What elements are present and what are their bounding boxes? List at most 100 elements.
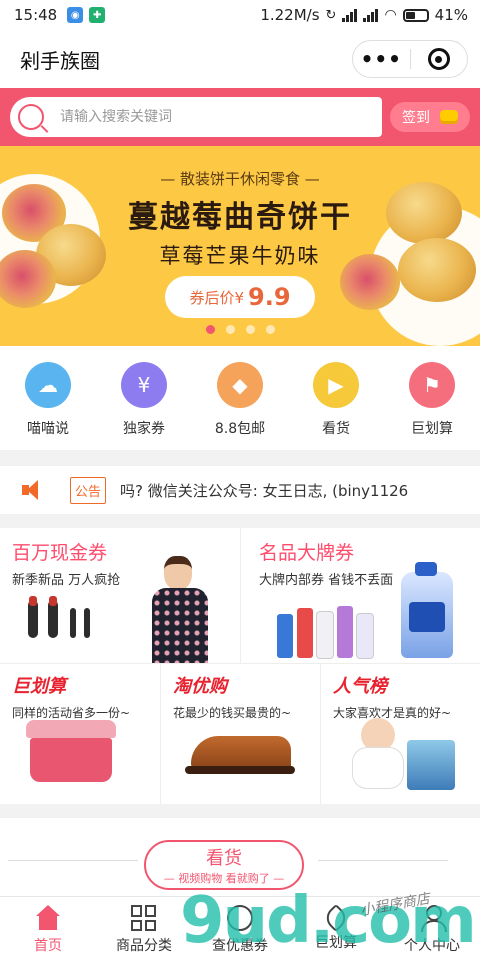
search-box[interactable] (10, 97, 382, 137)
tab-item[interactable]: 首页 (0, 897, 96, 960)
diaper-image (347, 718, 457, 794)
detergent-image (401, 562, 453, 658)
tab-item[interactable]: 巨划算 (288, 897, 384, 960)
promo-grid: 百万现金券 新季新品 万人疯抢 名品大牌券 大牌内部券 省钱不丢面 巨划算 同样… (0, 528, 480, 804)
tag-icon (321, 903, 351, 933)
tab-item[interactable]: 商品分类 (96, 897, 192, 960)
cat-ear-icon: ☁ (25, 362, 71, 408)
cash-coupon-card[interactable]: 百万现金券 新季新品 万人疯抢 (0, 528, 240, 663)
battery-icon (402, 8, 429, 22)
search-icon (18, 104, 44, 130)
card-title: 名品大牌券 (259, 542, 355, 564)
status-bar: 15:48 ◉ ✚ 1.22M/s ↻ ◠ 41% (0, 0, 480, 30)
deal-card[interactable]: 巨划算 同样的活动省多一份~ (0, 664, 160, 804)
price-pill: 券后价¥ 9.9 (165, 276, 315, 318)
network-speed: 1.22M/s (260, 6, 320, 24)
carousel-dot[interactable] (205, 325, 215, 334)
price-label: 券后价¥ (189, 288, 245, 307)
carousel-dot[interactable] (265, 325, 275, 334)
mini-program-capsule: ••• (352, 40, 468, 78)
video-icon: ▶ (313, 362, 359, 408)
mini-program-home: 15:48 ◉ ✚ 1.22M/s ↻ ◠ 41% 剁手族圈 ••• 签到 (0, 0, 480, 960)
tab-label: 商品分类 (116, 938, 172, 954)
category-item[interactable]: ▶ 看货 (296, 362, 376, 438)
battery-level: 41% (434, 6, 468, 24)
earphones-image (20, 594, 110, 654)
close-button[interactable] (411, 48, 468, 70)
shoe-image (183, 732, 295, 778)
user-icon (419, 905, 447, 932)
coin-icon (440, 110, 458, 124)
search-input[interactable] (60, 109, 340, 125)
signin-label: 签到 (402, 110, 430, 126)
toothbrush-image (277, 600, 377, 658)
status-right: 1.22M/s ↻ ◠ 41% (260, 6, 468, 24)
category-item[interactable]: ¥ 独家券 (104, 362, 184, 438)
kanhuo-subtitle: — 视频购物 看就购了 — (163, 872, 285, 885)
popular-card[interactable]: 人气榜 大家喜欢才是真的好~ (320, 664, 480, 804)
tab-label: 个人中心 (404, 938, 460, 954)
kanhuo-header[interactable]: 看货 — 视频购物 看就购了 — (144, 840, 304, 890)
grid-icon (131, 905, 157, 931)
divider-left (8, 860, 138, 861)
category-label: 8.8包邮 (214, 421, 266, 437)
target-icon (427, 48, 450, 70)
banner-carousel[interactable]: — 散装饼干休闲零食 — 蔓越莓曲奇饼干 草莓芒果牛奶味 券后价¥ 9.9 (0, 146, 480, 346)
promo-row-top: 百万现金券 新季新品 万人疯抢 名品大牌券 大牌内部券 省钱不丢面 (0, 528, 480, 664)
coupon-icon: ¥ (121, 362, 167, 408)
more-menu-button[interactable]: ••• (353, 47, 410, 71)
wifi-icon: ◠ (384, 7, 397, 23)
banner-subtitle: — 散装饼干休闲零食 — (160, 170, 320, 188)
tab-item[interactable]: 个人中心 (384, 897, 480, 960)
category-label: 看货 (322, 421, 350, 437)
diamond-icon: ◆ (217, 362, 263, 408)
card-subtitle: 同样的活动省多一份~ (12, 706, 131, 720)
category-label: 巨划算 (411, 421, 453, 437)
carousel-dots (0, 325, 480, 334)
sync-icon: ↻ (325, 7, 337, 23)
signin-button[interactable]: 签到 (390, 102, 470, 132)
category-label: 独家券 (123, 421, 165, 437)
kanhuo-title: 看货 (206, 848, 242, 869)
home-icon (35, 905, 61, 931)
title-bar: 剁手族圈 ••• (0, 30, 480, 88)
speaker-icon (22, 479, 44, 501)
shield-icon: ✚ (89, 7, 106, 23)
carousel-dot[interactable] (225, 325, 235, 334)
tab-label: 首页 (34, 938, 62, 954)
carousel-dot[interactable] (245, 325, 255, 334)
tab-label: 查优惠券 (212, 938, 268, 954)
card-title: 淘优购 (173, 676, 227, 697)
card-title: 巨划算 (12, 676, 66, 697)
notice-text: 吗? 微信关注公众号: 女王日志, (biny1126 (120, 481, 409, 500)
notice-bar[interactable]: 公告 吗? 微信关注公众号: 女王日志, (biny1126 (0, 466, 480, 514)
category-item[interactable]: ☁ 喵喵说 (8, 362, 88, 438)
status-time: 15:48 (14, 6, 58, 24)
promo-row-bottom: 巨划算 同样的活动省多一份~ 淘优购 花最少的钱买最贵的~ 人气榜 大家喜欢才是… (0, 664, 480, 804)
category-item[interactable]: ◆ 8.8包邮 (200, 362, 280, 438)
taoyou-card[interactable]: 淘优购 花最少的钱买最贵的~ (160, 664, 320, 804)
notice-tag: 公告 (70, 476, 107, 504)
tab-item[interactable]: 查优惠券 (192, 897, 288, 960)
app-notification-icon: ◉ (67, 7, 84, 23)
search-bar: 签到 (0, 88, 480, 146)
category-label: 喵喵说 (27, 421, 69, 437)
card-subtitle: 花最少的钱买最贵的~ (173, 706, 292, 720)
signal-icon-2 (363, 8, 379, 22)
tab-label: 巨划算 (315, 935, 357, 951)
cream-jar-image (26, 720, 116, 784)
flag-icon: ⚑ (409, 362, 455, 408)
bottom-tab-bar: 首页 商品分类 查优惠券 巨划算 个人中心 (0, 896, 480, 960)
banner-flavor: 草莓芒果牛奶味 (159, 244, 321, 268)
model-image (146, 556, 214, 663)
category-item[interactable]: ⚑ 巨划算 (392, 362, 472, 438)
divider-right (318, 860, 448, 861)
brand-coupon-card[interactable]: 名品大牌券 大牌内部券 省钱不丢面 (240, 528, 480, 663)
price-value: 9.9 (248, 283, 291, 311)
card-title: 人气榜 (333, 676, 387, 697)
category-row: ☁ 喵喵说 ¥ 独家券 ◆ 8.8包邮 ▶ 看货 ⚑ 巨划算 (0, 346, 480, 450)
ticket-icon (227, 905, 253, 931)
page-title: 剁手族圈 (20, 48, 100, 73)
banner-title: 蔓越莓曲奇饼干 (128, 200, 352, 235)
signal-icon (342, 8, 358, 22)
